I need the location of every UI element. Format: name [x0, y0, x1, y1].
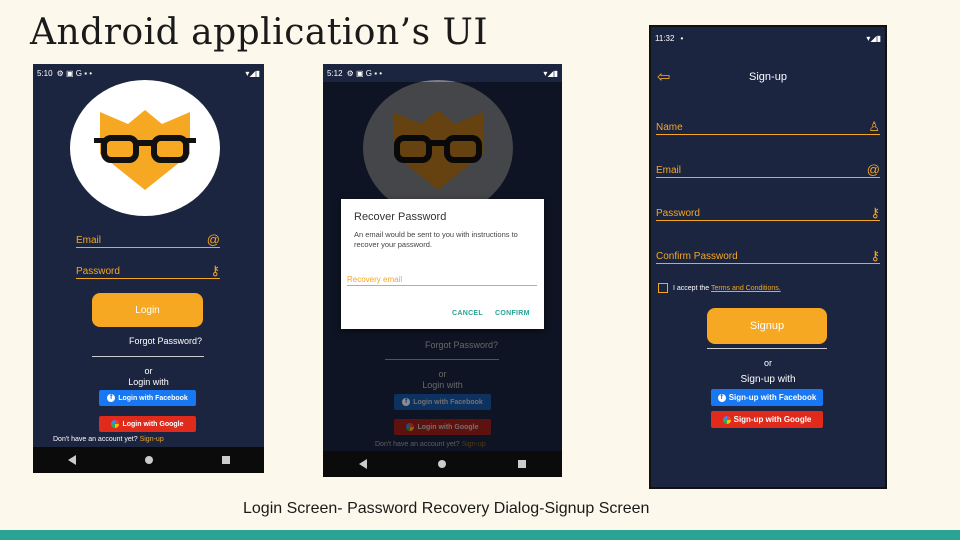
- status-icons: ⚙ ▣ G ▪ •: [56, 68, 93, 78]
- status-bar: 11:32 • ▾◢▮: [651, 29, 885, 47]
- password-label: Password: [76, 266, 120, 277]
- key-icon: ⚷: [870, 248, 880, 263]
- signal-battery-icon: ▾◢▮: [866, 33, 881, 43]
- facebook-login-button[interactable]: f Login with Facebook: [99, 390, 196, 406]
- google-label: Login with Google: [122, 420, 184, 428]
- nav-bar: [323, 451, 562, 477]
- bottom-accent-bar: [0, 530, 960, 540]
- page-title: Sign-up: [749, 71, 787, 83]
- confirm-password-label: Confirm Password: [656, 251, 738, 262]
- password-field[interactable]: Password ⚷: [76, 263, 220, 279]
- facebook-icon: f: [107, 394, 116, 402]
- status-icons: ⚙ ▣ G ▪ •: [346, 68, 383, 78]
- cancel-button[interactable]: CANCEL: [452, 310, 483, 317]
- email-field[interactable]: Email @: [76, 232, 220, 248]
- terms-link[interactable]: Terms and Conditions.: [711, 285, 781, 292]
- signup-with-text: Sign-up with: [740, 374, 796, 385]
- facebook-signup-button[interactable]: f Sign-up with Facebook: [711, 389, 823, 406]
- nav-bar: [33, 447, 264, 473]
- facebook-label: Login with Facebook: [118, 394, 188, 402]
- login-screen: 5:10 ⚙ ▣ G ▪ • ▾◢▮ Email @ Password ⚷ Lo…: [33, 64, 264, 473]
- user-icon: ♙: [868, 119, 880, 134]
- or-text: or: [763, 358, 772, 368]
- name-label: Name: [656, 122, 683, 133]
- name-field[interactable]: Name ♙: [656, 119, 880, 135]
- signal-battery-icon: ▾◢▮: [543, 68, 558, 78]
- slide-caption: Login Screen- Password Recovery Dialog-S…: [243, 500, 650, 517]
- signup-prompt: Don't have an account yet? Sign-up: [53, 436, 164, 443]
- login-with-text: Login with: [128, 377, 169, 387]
- signup-link[interactable]: Sign-up: [140, 436, 164, 443]
- terms-checkbox[interactable]: [658, 283, 668, 293]
- at-sign-icon: @: [206, 232, 220, 247]
- key-icon: ⚷: [870, 205, 880, 220]
- terms-text: I accept the Terms and Conditions.: [673, 285, 781, 292]
- slide-title: Android application’s UI: [30, 12, 489, 53]
- signup-screen: 11:32 • ▾◢▮ ⇦ Sign-up Name ♙ Email @ Pas…: [649, 25, 887, 489]
- google-signup-button[interactable]: Sign-up with Google: [711, 411, 823, 428]
- email-field[interactable]: Email @: [656, 162, 880, 178]
- recents-nav-icon[interactable]: [518, 460, 527, 468]
- google-icon: [111, 420, 120, 428]
- back-nav-icon[interactable]: [358, 459, 367, 469]
- status-time: 5:12: [327, 68, 343, 78]
- dialog-title: Recover Password: [354, 211, 447, 223]
- password-label: Password: [656, 208, 700, 219]
- or-text: or: [144, 366, 153, 376]
- app-logo: [70, 80, 220, 216]
- confirm-button[interactable]: CONFIRM: [495, 310, 530, 317]
- recovery-email-input[interactable]: Recovery email: [347, 275, 537, 286]
- status-dot: •: [680, 33, 684, 43]
- accept-text: I accept the: [673, 285, 710, 292]
- status-time: 5:10: [37, 68, 53, 78]
- status-time: 11:32: [655, 33, 675, 43]
- at-sign-icon: @: [866, 162, 880, 177]
- recover-password-dialog: Recover Password An email would be sent …: [341, 199, 544, 329]
- google-icon: [722, 415, 731, 424]
- divider: [707, 348, 827, 349]
- google-login-button[interactable]: Login with Google: [99, 416, 196, 432]
- no-account-text: Don't have an account yet?: [53, 436, 138, 443]
- back-nav-icon[interactable]: [67, 455, 76, 465]
- signal-battery-icon: ▾◢▮: [245, 68, 260, 78]
- recents-nav-icon[interactable]: [221, 456, 230, 464]
- google-label: Sign-up with Google: [733, 415, 812, 424]
- email-label: Email: [656, 165, 682, 176]
- home-nav-icon[interactable]: [438, 460, 447, 468]
- password-recovery-screen: 5:12 ⚙ ▣ G ▪ • ▾◢▮ Forgot Password? or L…: [323, 64, 562, 477]
- fox-glasses-logo-icon: [94, 110, 196, 190]
- login-button[interactable]: Login: [92, 293, 203, 327]
- home-nav-icon[interactable]: [144, 456, 153, 464]
- password-field[interactable]: Password ⚷: [656, 205, 880, 221]
- dialog-message: An email would be sent to you with instr…: [354, 230, 518, 249]
- facebook-label: Sign-up with Facebook: [728, 393, 817, 402]
- forgot-password-link[interactable]: Forgot Password?: [129, 336, 202, 346]
- confirm-password-field[interactable]: Confirm Password ⚷: [656, 248, 880, 264]
- facebook-icon: f: [717, 393, 726, 402]
- divider: [92, 356, 204, 357]
- key-icon: ⚷: [210, 263, 220, 278]
- email-label: Email: [76, 235, 102, 246]
- signup-button[interactable]: Signup: [707, 308, 827, 344]
